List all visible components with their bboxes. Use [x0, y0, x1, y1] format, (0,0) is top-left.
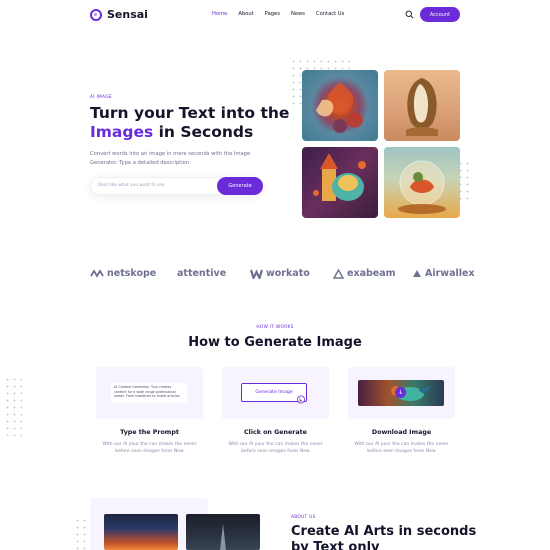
- airwallex-icon: [413, 270, 421, 277]
- nav-home[interactable]: Home: [212, 11, 227, 17]
- exabeam-icon: [333, 268, 344, 279]
- hero-title-line1: Turn your Text into the: [90, 104, 290, 122]
- logo-exabeam: exabeam: [333, 268, 396, 279]
- step-card-generate: Generate Image: [222, 367, 329, 419]
- step-title-3: Download Image: [371, 429, 432, 436]
- generate-button[interactable]: Generate: [217, 177, 263, 195]
- step-desc-2: With our AI your the can makes the never…: [228, 442, 323, 455]
- logo-icon: [90, 8, 102, 21]
- main-nav: Home About Pages News Contact Us: [212, 11, 344, 17]
- nav-contact[interactable]: Contact Us: [316, 11, 344, 17]
- nav-about[interactable]: About: [238, 11, 253, 17]
- logo-netskope: netskope: [90, 268, 156, 279]
- logo-workato: workato: [250, 268, 310, 279]
- castle-art-illustration: [313, 153, 366, 201]
- step-title-2: Click on Generate: [244, 429, 307, 436]
- download-icon[interactable]: ↓: [395, 387, 406, 398]
- cursor-click-icon: [297, 395, 305, 404]
- hero-title: Turn your Text into the Images in Second…: [90, 104, 290, 141]
- about-image-1: [104, 514, 178, 550]
- logo-text: workato: [266, 268, 310, 279]
- generated-image-3: [302, 147, 378, 218]
- sculpture-art-illustration: [406, 78, 438, 136]
- about-title-line2: by Text only: [291, 540, 380, 550]
- generated-image-1: [302, 70, 378, 141]
- about-title: Create AI Arts in seconds by Text only: [291, 524, 491, 550]
- logo-airwallex: Airwallex: [412, 268, 475, 279]
- hero-description: Convert words into an image in mere seco…: [90, 151, 251, 166]
- search-icon[interactable]: [405, 10, 414, 19]
- step-desc-3: With our AI your the can makes the never…: [354, 442, 449, 455]
- hero-title-line2: in Seconds: [153, 122, 254, 141]
- logo-text: attentive: [177, 268, 227, 279]
- step-desc-1: With our AI your the can makes the never…: [102, 442, 197, 455]
- logo-attentive: attentive: [177, 268, 226, 279]
- step-card-download: ↓: [348, 367, 455, 419]
- logo-text: exabeam: [347, 268, 396, 279]
- hero-title-highlight: Images: [90, 122, 154, 141]
- logo[interactable]: Sensai: [90, 8, 148, 21]
- about-image-2: [186, 514, 260, 550]
- bubble-art-illustration: [398, 160, 446, 214]
- generated-image-2: [384, 70, 460, 141]
- floral-art-illustration: [316, 82, 364, 133]
- step-card-prompt: AI Content Generator. Turn creates conte…: [96, 367, 203, 419]
- workato-icon: [250, 269, 263, 279]
- netskope-icon: [90, 269, 104, 278]
- account-button[interactable]: Account: [420, 7, 460, 22]
- about-title-line1: Create AI Arts in seconds: [291, 524, 477, 539]
- how-title: How to Generate Image: [188, 335, 362, 350]
- nav-pages[interactable]: Pages: [265, 11, 280, 17]
- dot-pattern: [74, 517, 86, 550]
- logo-text: netskope: [107, 268, 157, 279]
- logo-text: Airwallex: [425, 268, 475, 279]
- hero-tag: AI IMAGE: [90, 95, 112, 100]
- spire-art-illustration: [220, 524, 226, 550]
- dot-pattern: [4, 376, 22, 436]
- brand-name: Sensai: [107, 8, 148, 21]
- generated-image-4: [384, 147, 460, 218]
- how-tag: HOW IT WORKS: [256, 325, 294, 330]
- step-title-1: Type the Prompt: [120, 429, 179, 436]
- about-tag: ABOUT US: [291, 515, 316, 520]
- prompt-placeholder: Describe what you want to see: [98, 183, 165, 188]
- prompt-example-text: AI Content Generator. Turn creates conte…: [111, 383, 187, 403]
- nav-news[interactable]: News: [291, 11, 305, 17]
